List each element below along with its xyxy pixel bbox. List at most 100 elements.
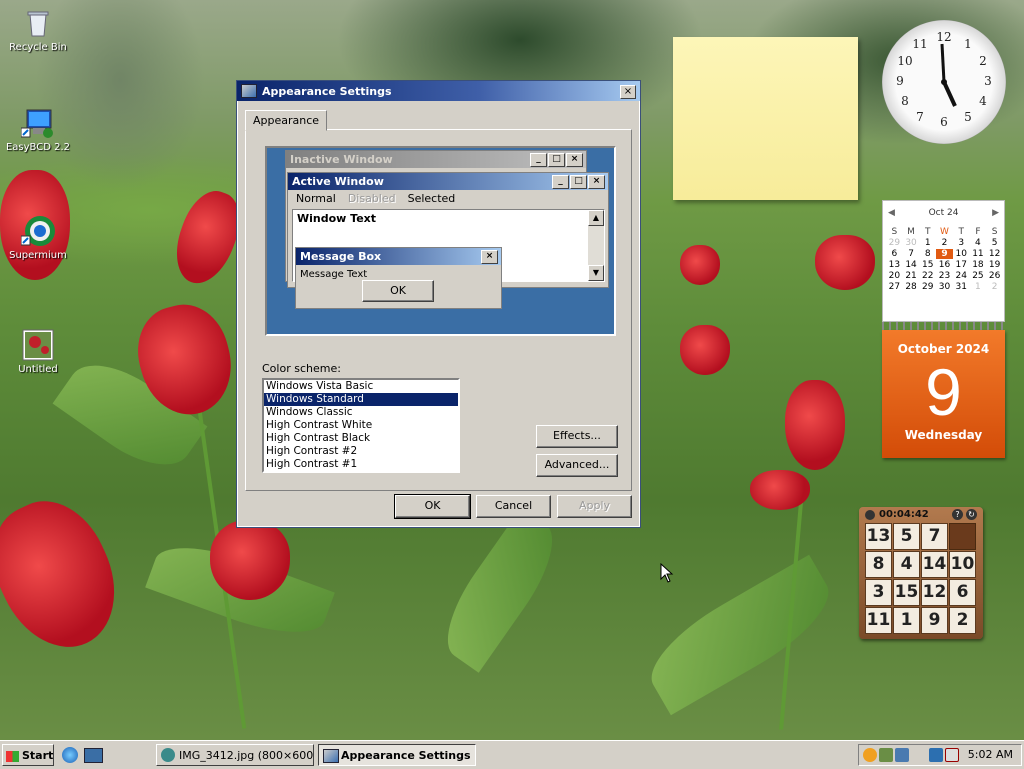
puzzle-tile[interactable]: 7 (921, 523, 948, 550)
calendar-day[interactable]: 14 (903, 260, 920, 270)
calendar-day[interactable]: 17 (953, 260, 970, 270)
taskbar-item-appearance-settings[interactable]: Appearance Settings (318, 744, 476, 766)
supermium-browser-icon (20, 214, 55, 248)
wallpaper-tulip (750, 470, 810, 510)
calendar-day[interactable]: 5 (986, 238, 1003, 248)
calendar-day[interactable]: 27 (886, 282, 903, 292)
color-scheme-option[interactable]: Windows Classic (264, 406, 458, 419)
window-title: Appearance Settings (262, 84, 392, 98)
calendar-day[interactable]: 9 (936, 249, 953, 259)
puzzle-tile[interactable]: 12 (921, 579, 948, 606)
calendar-day[interactable]: 2 (986, 282, 1003, 292)
volume-muted-icon[interactable] (945, 748, 959, 762)
calendar-day[interactable]: 24 (953, 271, 970, 281)
effects-button[interactable]: Effects... (536, 425, 618, 448)
calendar-day[interactable]: 4 (970, 238, 987, 248)
puzzle-tile[interactable]: 6 (949, 579, 976, 606)
color-scheme-list[interactable]: Windows Vista Basic Windows Standard Windo… (262, 378, 460, 473)
advanced-button[interactable]: Advanced... (536, 454, 618, 477)
calendar-day[interactable]: 15 (919, 260, 936, 270)
taskbar-clock[interactable]: 5:02 AM (968, 748, 1013, 761)
color-scheme-option[interactable]: High Contrast #1 (264, 458, 458, 471)
puzzle-tile[interactable]: 15 (893, 579, 920, 606)
desktop-icon-label: Untitled (18, 364, 58, 375)
calendar-day[interactable]: 16 (936, 260, 953, 270)
calendar-day[interactable]: 10 (953, 249, 970, 259)
taskbar-item-image-viewer[interactable]: IMG_3412.jpg (800×600... (156, 744, 314, 766)
calendar-day[interactable]: 1 (919, 238, 936, 248)
minimize-icon: _ (530, 153, 547, 167)
calendar-day[interactable]: 28 (903, 282, 920, 292)
tray-chart-icon[interactable] (879, 748, 893, 762)
ok-button[interactable]: OK (394, 494, 471, 519)
help-icon[interactable]: ? (952, 509, 963, 520)
calendar-day[interactable]: 1 (970, 282, 987, 292)
calendar-day[interactable]: 8 (919, 249, 936, 259)
close-button[interactable]: × (620, 85, 636, 99)
calendar-day[interactable]: 3 (953, 238, 970, 248)
desktop-icon-supermium[interactable]: Supermium (2, 214, 74, 261)
calendar-day[interactable]: 12 (986, 249, 1003, 259)
color-scheme-option[interactable]: High Contrast Black (264, 432, 458, 445)
calendar-day[interactable]: 2 (936, 238, 953, 248)
tray-monitor-icon[interactable] (895, 748, 909, 762)
puzzle-tile[interactable]: 9 (921, 607, 948, 634)
puzzle-tile[interactable]: 5 (893, 523, 920, 550)
wallpaper-tulip (815, 235, 875, 290)
calendar-day[interactable]: 29 (886, 238, 903, 248)
desktop-icon-easybcd[interactable]: EasyBCD 2.2 (2, 106, 74, 153)
puzzle-clock-icon (865, 510, 875, 520)
puzzle-tile[interactable]: 8 (865, 551, 892, 578)
color-scheme-option[interactable]: High Contrast White (264, 419, 458, 432)
puzzle-tile[interactable]: 2 (949, 607, 976, 634)
desktop-icon-untitled[interactable]: Untitled (2, 328, 74, 375)
apply-button[interactable]: Apply (557, 495, 632, 518)
preview-message-box: Message Box × Message Text OK (295, 247, 502, 309)
calendar-day[interactable]: 23 (936, 271, 953, 281)
calendar-day[interactable]: 31 (953, 282, 970, 292)
puzzle-tile[interactable]: 11 (865, 607, 892, 634)
puzzle-tile[interactable]: 1 (893, 607, 920, 634)
refresh-icon[interactable]: ↻ (966, 509, 977, 520)
calendar-day[interactable]: 25 (970, 271, 987, 281)
puzzle-tile[interactable]: 13 (865, 523, 892, 550)
slide-puzzle-gadget: 00:04:42 ? ↻ 13 5 7 8 4 14 10 3 15 12 6 11 1 9 2 (859, 507, 983, 639)
calendar-day[interactable]: 7 (903, 249, 920, 259)
puzzle-tile[interactable]: 14 (921, 551, 948, 578)
puzzle-tile[interactable]: 4 (893, 551, 920, 578)
puzzle-tile[interactable]: 10 (949, 551, 976, 578)
calendar-day[interactable]: 30 (936, 282, 953, 292)
show-desktop-icon[interactable] (84, 748, 103, 763)
start-button[interactable]: Start (2, 744, 54, 766)
calendar-day[interactable]: 6 (886, 249, 903, 259)
calendar-day[interactable]: 13 (886, 260, 903, 270)
wallpaper-tulip (210, 520, 290, 600)
calendar-day[interactable]: 18 (970, 260, 987, 270)
preview-menu-disabled: Disabled (347, 191, 396, 205)
tab-appearance[interactable]: Appearance (245, 110, 328, 131)
calendar-day[interactable]: 21 (903, 271, 920, 281)
calendar-day[interactable]: 29 (919, 282, 936, 292)
network-icon[interactable] (929, 748, 943, 762)
puzzle-empty-slot[interactable] (949, 523, 976, 550)
minimize-icon: _ (552, 175, 569, 189)
desktop-icon-label: EasyBCD 2.2 (5, 142, 71, 153)
color-scheme-option[interactable]: Windows Standard (264, 393, 458, 406)
cancel-button[interactable]: Cancel (476, 495, 551, 518)
calendar-day[interactable]: 22 (919, 271, 936, 281)
window-titlebar[interactable]: Appearance Settings (237, 81, 640, 101)
calendar-next-icon[interactable]: ▶ (992, 208, 999, 218)
puzzle-tile[interactable]: 3 (865, 579, 892, 606)
close-icon: × (588, 175, 605, 189)
calendar-day[interactable]: 19 (986, 260, 1003, 270)
tray-app-icon[interactable] (863, 748, 877, 762)
calendar-day[interactable]: 20 (886, 271, 903, 281)
color-scheme-option[interactable]: High Contrast #2 (264, 445, 458, 458)
calendar-day[interactable]: 11 (970, 249, 987, 259)
internet-explorer-icon[interactable] (62, 747, 78, 763)
desktop-icon-recycle-bin[interactable]: Recycle Bin (2, 6, 74, 53)
calendar-day[interactable]: 26 (986, 271, 1003, 281)
calendar-day[interactable]: 30 (903, 238, 920, 248)
color-scheme-option[interactable]: Windows Vista Basic (264, 380, 458, 393)
sticky-note-gadget[interactable] (673, 37, 858, 200)
